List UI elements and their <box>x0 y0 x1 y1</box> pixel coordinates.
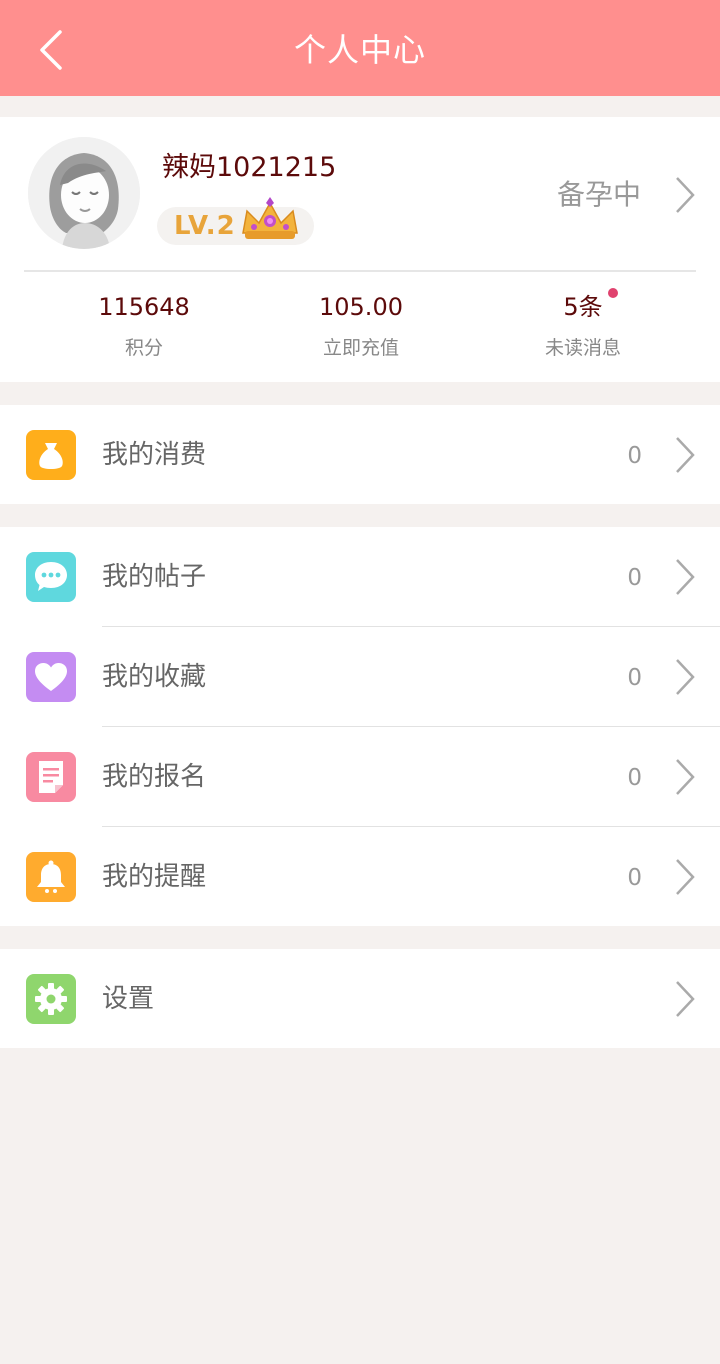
chevron-right-icon <box>676 559 695 595</box>
menu-group-consumption: 我的消费 0 <box>0 405 720 504</box>
chevron-right-icon <box>676 859 695 895</box>
menu-count-posts: 0 <box>627 565 642 591</box>
avatar[interactable] <box>28 137 140 249</box>
menu-label-posts: 我的帖子 <box>102 562 207 592</box>
level-badge: LV.2 <box>157 197 314 245</box>
pregnancy-status-link[interactable]: 备孕中 <box>516 175 696 215</box>
page-title: 个人中心 <box>293 31 426 69</box>
chevron-right-icon <box>676 759 695 795</box>
menu-item-posts[interactable]: 我的帖子 0 <box>0 527 720 627</box>
menu-label-consumption: 我的消费 <box>102 440 207 470</box>
gear-icon <box>26 974 76 1024</box>
points-value: 115648 <box>98 293 190 321</box>
menu-group-activity: 我的帖子 0 我的收藏 0 我的报名 0 我的提醒 0 <box>0 527 720 926</box>
chevron-right-icon <box>676 437 695 473</box>
menu-label-settings: 设置 <box>102 984 155 1014</box>
menu-item-favorites[interactable]: 我的收藏 0 <box>0 627 720 727</box>
menu-item-signups[interactable]: 我的报名 0 <box>0 727 720 827</box>
unread-count: 5条 <box>563 293 603 321</box>
menu-item-consumption[interactable]: 我的消费 0 <box>0 405 720 505</box>
chat-bubble-icon <box>26 552 76 602</box>
chevron-right-icon <box>676 177 695 213</box>
money-bag-icon <box>26 430 76 480</box>
profile-card: 辣妈1021215 LV.2 备孕中 115648 积分 105.00 立即充值… <box>0 117 720 382</box>
divider <box>24 270 696 272</box>
app-header: 个人中心 <box>0 0 720 96</box>
unread-messages-stat[interactable]: 5条 未读消息 <box>483 287 683 367</box>
menu-count-favorites: 0 <box>627 665 642 691</box>
unread-dot <box>608 288 618 298</box>
document-icon <box>26 752 76 802</box>
chevron-right-icon <box>676 659 695 695</box>
recharge-label: 立即充值 <box>322 337 399 359</box>
menu-group-settings: 设置 <box>0 949 720 1048</box>
unread-label: 未读消息 <box>544 337 621 359</box>
heart-icon <box>26 652 76 702</box>
balance-value: 105.00 <box>319 293 403 321</box>
bell-icon <box>26 852 76 902</box>
menu-item-settings[interactable]: 设置 <box>0 949 720 1049</box>
menu-count-consumption: 0 <box>627 443 642 469</box>
menu-label-signups: 我的报名 <box>102 762 207 792</box>
username: 辣妈1021215 <box>162 152 337 183</box>
menu-label-favorites: 我的收藏 <box>102 662 207 692</box>
menu-item-reminders[interactable]: 我的提醒 0 <box>0 827 720 927</box>
points-stat[interactable]: 115648 积分 <box>44 287 244 367</box>
points-label: 积分 <box>124 337 163 359</box>
chevron-right-icon <box>676 981 695 1017</box>
crown-icon <box>242 197 298 239</box>
recharge-stat[interactable]: 105.00 立即充值 <box>261 287 461 367</box>
status-text: 备孕中 <box>556 178 641 211</box>
menu-count-signups: 0 <box>627 765 642 791</box>
menu-count-reminders: 0 <box>627 865 642 891</box>
menu-label-reminders: 我的提醒 <box>102 862 207 892</box>
level-text: LV.2 <box>174 211 236 241</box>
avatar-illustration <box>28 137 140 249</box>
